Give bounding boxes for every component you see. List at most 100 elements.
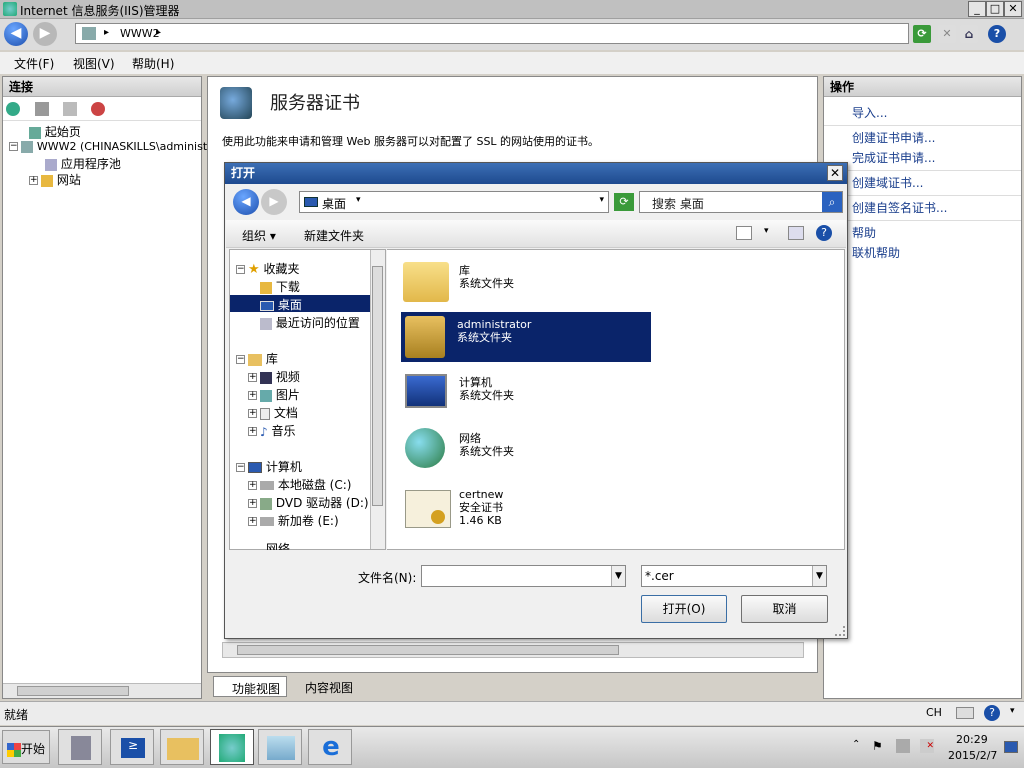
filename-dropdown-icon[interactable]: ▼ — [611, 566, 625, 586]
expand-icon[interactable]: + — [248, 409, 257, 418]
location-chevron-icon[interactable]: ▾ — [356, 195, 361, 205]
view-options-icon[interactable] — [736, 226, 752, 240]
taskbar-server-manager[interactable] — [58, 729, 102, 765]
cancel-button[interactable]: 取消 — [741, 595, 828, 623]
clock-date[interactable]: 2015/2/7 — [948, 749, 997, 762]
expand-icon[interactable]: + — [248, 391, 257, 400]
language-indicator[interactable]: CH — [926, 706, 942, 719]
nav-dvd[interactable]: + DVD 驱动器 (D:) — [248, 494, 369, 511]
action-help[interactable]: 帮助 — [852, 224, 876, 241]
expand-icon[interactable]: + — [248, 427, 257, 436]
collapse-icon[interactable]: − — [236, 355, 245, 364]
tray-expand-icon[interactable]: ⌃ — [852, 739, 860, 750]
breadcrumb-www2[interactable]: WWW2 — [120, 27, 160, 40]
volume-muted-icon[interactable]: ✕ — [920, 739, 934, 753]
file-type-dropdown-icon[interactable]: ▼ — [812, 566, 826, 586]
scroll-thumb[interactable] — [237, 645, 619, 655]
file-item-certnew[interactable]: certnew 安全证书 1.46 KB — [403, 486, 653, 536]
expand-icon[interactable]: + — [248, 373, 257, 382]
taskbar-explorer[interactable] — [160, 729, 204, 765]
home-icon[interactable]: ⌂ — [960, 25, 978, 43]
nav-downloads[interactable]: 下载 — [260, 278, 300, 295]
dialog-close-button[interactable]: ✕ — [827, 165, 843, 181]
minimize-button[interactable]: _ — [968, 1, 986, 17]
nav-disk-e[interactable]: + 新加卷 (E:) — [248, 512, 339, 529]
action-import[interactable]: 导入... — [852, 104, 887, 121]
scroll-thumb[interactable] — [17, 686, 129, 696]
save-icon[interactable] — [35, 102, 49, 116]
back-button[interactable]: ◀ — [4, 22, 28, 46]
refresh-icon[interactable]: ⟳ — [913, 25, 931, 43]
taskbar-powershell[interactable]: ≥ — [110, 729, 154, 765]
nav-documents[interactable]: + 文档 — [248, 404, 298, 421]
collapse-icon[interactable]: − — [9, 142, 18, 151]
location-dropdown-icon[interactable]: ▾ — [599, 195, 604, 205]
filename-input[interactable]: ▼ — [421, 565, 626, 587]
center-hscrollbar[interactable] — [222, 642, 804, 658]
tab-features-view[interactable]: 功能视图 — [213, 676, 287, 697]
nav-desktop[interactable]: 桌面 — [230, 295, 370, 312]
maximize-button[interactable]: □ — [986, 1, 1004, 17]
preview-pane-icon[interactable] — [788, 226, 804, 240]
expand-icon[interactable]: + — [29, 176, 38, 185]
left-hscrollbar[interactable] — [3, 683, 201, 698]
dialog-back-button[interactable]: ◀ — [233, 189, 259, 215]
nav-computer[interactable]: − 计算机 — [236, 458, 302, 475]
organize-button[interactable]: 组织 ▾ — [242, 227, 276, 244]
resize-grip-icon[interactable] — [835, 626, 845, 636]
expand-icon[interactable]: + — [248, 517, 257, 526]
up-icon[interactable] — [63, 102, 77, 116]
tree-server-node[interactable]: − WWW2 (CHINASKILLS\administ — [9, 139, 207, 153]
nav-vscrollbar[interactable] — [370, 250, 385, 549]
open-button[interactable]: 打开(O) — [641, 595, 727, 623]
scroll-thumb[interactable] — [372, 266, 383, 506]
forward-button[interactable]: ▶ — [33, 22, 57, 46]
nav-libraries[interactable]: − 库 — [236, 350, 278, 367]
action-create-request[interactable]: 创建证书申请... — [852, 129, 935, 146]
dialog-forward-button[interactable]: ▶ — [261, 189, 287, 215]
collapse-icon[interactable]: − — [236, 463, 245, 472]
action-create-self-signed[interactable]: 创建自签名证书... — [852, 199, 947, 216]
tree-start-page[interactable]: 起始页 — [29, 123, 81, 140]
collapse-icon[interactable]: − — [236, 265, 245, 274]
clock-time[interactable]: 20:29 — [956, 733, 988, 746]
tab-content-view[interactable]: 内容视图 — [289, 676, 369, 697]
action-create-domain-cert[interactable]: 创建域证书... — [852, 174, 923, 191]
dialog-help-icon[interactable]: ? — [816, 225, 832, 241]
new-folder-button[interactable]: 新建文件夹 — [304, 227, 364, 244]
tree-app-pools[interactable]: 应用程序池 — [45, 155, 121, 172]
expand-icon[interactable]: + — [248, 481, 257, 490]
dialog-location-box[interactable]: 桌面 ▾ ▾ — [299, 191, 609, 213]
ime-help-icon[interactable]: ? — [984, 705, 1000, 721]
keyboard-icon[interactable] — [956, 707, 974, 719]
nav-disk-c[interactable]: + 本地磁盘 (C:) — [248, 476, 351, 493]
taskbar-iis-manager[interactable] — [210, 729, 254, 765]
view-dropdown-icon[interactable]: ▾ — [764, 226, 769, 236]
menu-file[interactable]: 文件(F) — [14, 55, 54, 72]
nav-favorites[interactable]: − ★ 收藏夹 — [236, 260, 300, 277]
nav-network[interactable]: 网络 — [236, 540, 290, 550]
dialog-refresh-icon[interactable]: ⟳ — [614, 193, 634, 211]
file-item-network[interactable]: 网络 系统文件夹 — [403, 426, 653, 476]
disconnect-icon[interactable] — [91, 102, 105, 116]
nav-videos[interactable]: + 视频 — [248, 368, 300, 385]
nav-recent[interactable]: 最近访问的位置 — [260, 314, 360, 331]
close-button[interactable]: ✕ — [1004, 1, 1022, 17]
action-online-help[interactable]: 联机帮助 — [852, 244, 900, 261]
dialog-search-box[interactable]: 搜索 桌面 ⌕ — [639, 191, 843, 213]
network-tray-icon[interactable] — [896, 739, 910, 753]
search-icon[interactable]: ⌕ — [822, 192, 842, 212]
action-complete-request[interactable]: 完成证书申请... — [852, 149, 935, 166]
taskbar-internet-explorer[interactable]: e — [308, 729, 352, 765]
file-type-select[interactable]: *.cer ▼ — [641, 565, 827, 587]
nav-pictures[interactable]: + 图片 — [248, 386, 300, 403]
file-item-computer[interactable]: 计算机 系统文件夹 — [403, 370, 653, 420]
connect-icon[interactable] — [6, 102, 20, 116]
expand-icon[interactable]: + — [248, 499, 257, 508]
menu-help[interactable]: 帮助(H) — [132, 55, 174, 72]
help-icon[interactable]: ? — [988, 25, 1006, 43]
action-center-flag-icon[interactable]: ⚑ — [872, 739, 883, 753]
start-button[interactable]: 开始 — [2, 730, 50, 764]
stop-icon[interactable]: ✕ — [938, 25, 956, 43]
nav-music[interactable]: + ♪ 音乐 — [248, 422, 296, 439]
